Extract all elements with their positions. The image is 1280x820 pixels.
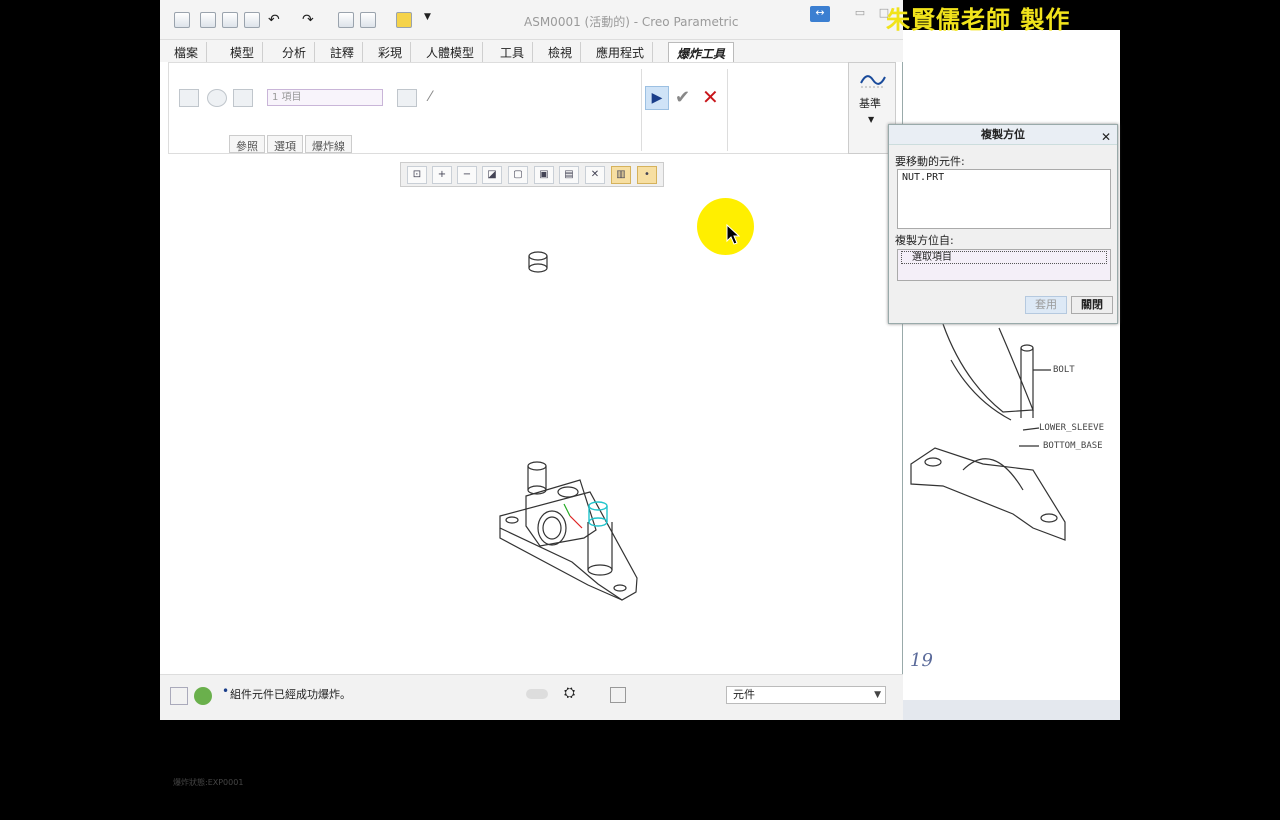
folder-icon[interactable] xyxy=(396,12,412,28)
dialog-title-text: 複製方位 xyxy=(981,128,1025,141)
moving-components-list[interactable]: NUT.PRT xyxy=(897,169,1111,229)
copy-from-field[interactable]: 選取項目 xyxy=(897,249,1111,281)
play-button[interactable]: ▶ xyxy=(645,86,669,110)
redo-icon[interactable]: ↷ xyxy=(302,12,318,28)
browser-icon[interactable] xyxy=(194,687,212,705)
letterbox xyxy=(1120,0,1280,720)
tab-explode-lines[interactable]: 爆炸線 xyxy=(305,135,352,153)
tab-options[interactable]: 選項 xyxy=(267,135,303,153)
status-bar: • 組件元件已經成功爆炸。 ⛭ 元件 ▼ xyxy=(160,674,903,720)
menu-annotate[interactable]: 註釋 xyxy=(322,42,364,62)
apply-button[interactable]: 套用 xyxy=(1025,296,1067,314)
title-bar: ↶ ↷ ▼ ASM0001 (活動的) - Creo Parametric ↔ … xyxy=(160,0,903,40)
close-icon[interactable]: ✕ xyxy=(1101,127,1111,147)
explode-state-label: 爆炸狀態:EXP0001 xyxy=(173,778,244,787)
menu-render[interactable]: 彩現 xyxy=(370,42,412,62)
drawing-label-bottom-base: BOTTOM_BASE xyxy=(1043,441,1103,451)
find-binoculars-icon[interactable]: ⛭ xyxy=(564,685,586,705)
copy-position-dialog: 複製方位 ✕ 要移動的元件: NUT.PRT 複製方位自: 選取項目 套用 關閉 xyxy=(888,124,1118,324)
menu-analysis[interactable]: 分析 xyxy=(274,42,316,62)
resize-icon[interactable]: ↔ xyxy=(810,6,830,22)
view-plane-icon[interactable] xyxy=(233,89,253,107)
repaint-icon[interactable]: ◪ xyxy=(482,166,502,184)
menu-model[interactable]: 模型 xyxy=(222,42,264,62)
graphics-area[interactable]: 爆炸狀態:EXP0001 xyxy=(160,190,903,787)
message-bullet-icon: • xyxy=(222,684,230,698)
saved-orientations-icon[interactable]: ▣ xyxy=(534,166,554,184)
list-item[interactable]: NUT.PRT xyxy=(902,172,1106,183)
assembly-model xyxy=(499,251,638,601)
app-icon[interactable] xyxy=(174,12,190,28)
view-manager-icon[interactable]: ▤ xyxy=(559,166,579,184)
regenerate-icon[interactable] xyxy=(338,12,354,28)
cancel-x-button[interactable]: ✕ xyxy=(702,85,719,109)
selection-box-icon[interactable] xyxy=(610,687,626,703)
status-message: 組件元件已經成功爆炸。 xyxy=(230,688,351,701)
tab-explode-tool[interactable]: 爆炸工具 xyxy=(668,42,735,62)
translate-icon[interactable] xyxy=(179,89,199,107)
watermark: 朱賢儒老師 製作 xyxy=(886,5,1071,34)
close-button[interactable]: 關閉 xyxy=(1071,296,1113,314)
page-number: 19 xyxy=(910,650,933,671)
select-item-collector[interactable]: 選取項目 xyxy=(901,251,1107,264)
drawing-toolbar-strip xyxy=(903,700,1120,720)
magic-wand-icon[interactable]: ⁄ xyxy=(429,89,449,107)
customize-chevron-icon[interactable]: ▼ xyxy=(424,12,440,28)
window-title: ASM0001 (活動的) - Creo Parametric xyxy=(524,15,739,29)
display-style-icon[interactable]: ▢ xyxy=(508,166,528,184)
menu-view[interactable]: 檢視 xyxy=(540,42,582,62)
datum-display-icon[interactable]: ✕ xyxy=(585,166,605,184)
ribbon-divider xyxy=(727,69,728,151)
rotate-icon[interactable] xyxy=(207,89,227,107)
spin-center-icon[interactable]: • xyxy=(637,166,657,184)
menu-applications[interactable]: 應用程式 xyxy=(588,42,654,62)
annotation-display-icon[interactable]: ▥ xyxy=(611,166,631,184)
zoom-out-icon[interactable]: − xyxy=(457,166,477,184)
datum-label: 基準 xyxy=(859,97,881,110)
moving-components-label: 要移動的元件: xyxy=(895,155,965,168)
bearing-drawing xyxy=(910,323,1066,541)
minimize-button[interactable]: ▭ xyxy=(850,6,870,22)
save-icon[interactable] xyxy=(244,12,260,28)
ribbon-divider xyxy=(641,69,642,151)
refit-icon[interactable]: ⊡ xyxy=(407,166,427,184)
graphics-toolbar: ⊡ + − ◪ ▢ ▣ ▤ ✕ ▥ • xyxy=(400,162,664,187)
dialog-title: 複製方位 ✕ xyxy=(889,125,1117,145)
selection-filter[interactable]: 元件 ▼ xyxy=(726,686,886,704)
creo-window: ↶ ↷ ▼ ASM0001 (活動的) - Creo Parametric ↔ … xyxy=(160,0,903,787)
ok-check-button[interactable]: ✔ xyxy=(675,87,690,108)
model-tree-icon[interactable] xyxy=(170,687,188,705)
open-file-icon[interactable] xyxy=(222,12,238,28)
copy-from-label: 複製方位自: xyxy=(895,234,954,247)
datum-icon xyxy=(860,75,886,88)
menu-file[interactable]: 檔案 xyxy=(166,42,208,62)
filter-value: 元件 xyxy=(733,688,755,701)
mouse-pointer-icon xyxy=(726,224,740,245)
menu-tools[interactable]: 工具 xyxy=(492,42,534,62)
windows-icon[interactable] xyxy=(360,12,376,28)
menu-manikin[interactable]: 人體模型 xyxy=(418,42,484,62)
items-field[interactable]: 1 項目 xyxy=(267,89,383,106)
menu-bar: 檔案 模型 分析 註釋 彩現 人體模型 工具 檢視 應用程式 爆炸工具 ︿ ⌕ … xyxy=(160,40,903,101)
zoom-in-icon[interactable]: + xyxy=(432,166,452,184)
drawing-label-lower-sleeve: LOWER_SLEEVE xyxy=(1039,423,1105,433)
ribbon: 1 項目 ⁄ 參照 選項 爆炸線 ▶ ✔ ✕ xyxy=(168,62,896,154)
explode-lines-icon[interactable] xyxy=(397,89,417,107)
undo-icon[interactable]: ↶ xyxy=(268,12,284,28)
drawing-label-bolt: BOLT xyxy=(1053,365,1075,375)
tab-references[interactable]: 參照 xyxy=(229,135,265,153)
new-file-icon[interactable] xyxy=(200,12,216,28)
datum-dropdown-icon[interactable]: ▼ xyxy=(868,115,874,124)
chevron-down-icon: ▼ xyxy=(874,690,881,700)
regen-indicator-icon xyxy=(526,689,548,699)
